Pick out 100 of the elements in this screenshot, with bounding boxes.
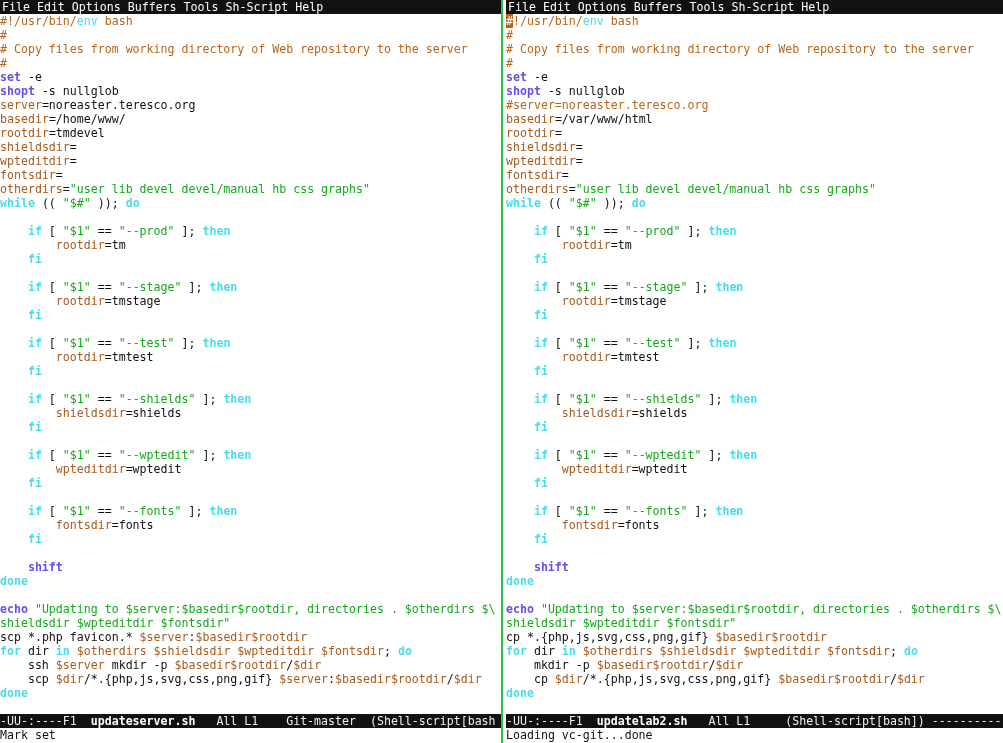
code-line: if [ "$1" == "--test" ]; then [532, 336, 738, 350]
code-line: if [ "$1" == "--test" ]; then [26, 336, 232, 350]
code-line: echo "Updating to $server:$basedir$rootdir, directories . $otherdirs $\ [0, 602, 497, 616]
code-line: fi [26, 252, 43, 266]
code-line: basedir=/var/www/html [506, 112, 654, 126]
code-line: # [506, 56, 514, 70]
code-line: set -e [0, 70, 43, 84]
code-line: server=noreaster.teresco.org [0, 98, 197, 112]
buffer-name: updateserver.sh [90, 714, 196, 728]
menu-item[interactable]: Buffers [633, 0, 683, 14]
code-line: wpteditdir=wptedit [560, 462, 689, 476]
buffer-status: -UU-:----F1 [0, 714, 77, 728]
code-line: cp $dir/*.{php,js,svg,css,png,gif} $basedir$rootdir/$dir [532, 672, 926, 686]
code-line: fi [532, 308, 549, 322]
code-line: cp *.{php,js,svg,css,png,gif} $basedir$rootdir [506, 630, 829, 644]
code-line: done [0, 574, 29, 588]
code-line: if [ "$1" == "--shields" ]; then [26, 392, 253, 406]
code-line: wpteditdir=wptedit [54, 462, 183, 476]
echo-area-message: Mark set [0, 728, 57, 743]
code-line: #server=noreaster.teresco.org [506, 98, 710, 112]
code-line: # [0, 56, 8, 70]
code-line: if [ "$1" == "--shields" ]; then [532, 392, 759, 406]
code-line: if [ "$1" == "--fonts" ]; then [532, 504, 745, 518]
code-line: if [ "$1" == "--stage" ]; then [26, 280, 239, 294]
code-line: fi [26, 476, 43, 490]
code-line: fi [26, 420, 43, 434]
code-line: fi [532, 364, 549, 378]
code-line: mkdir -p $basedir$rootdir/$dir [532, 658, 745, 672]
menu-item[interactable]: Help [295, 0, 324, 14]
code-line: while (( "$#" )); do [0, 196, 141, 210]
menu-item[interactable]: Tools [689, 0, 725, 14]
code-line: # [0, 28, 8, 42]
code-line: rootdir= [506, 126, 563, 140]
code-line: shieldsdir= [506, 140, 584, 154]
code-line: scp $dir/*.{php,js,svg,css,png,gif} $server:$basedir$rootdir/$dir [26, 672, 483, 686]
buffer-position: All L1 [216, 714, 259, 728]
menu-item[interactable]: Edit [542, 0, 571, 14]
code-line: rootdir=tmstage [560, 294, 668, 308]
code-line: rootdir=tmtest [560, 350, 661, 364]
code-line: # Copy files from working directory of Web repository to the server [506, 42, 975, 56]
code-line: done [506, 574, 535, 588]
menu-item[interactable]: Sh-Script [731, 0, 795, 14]
code-line: # Copy files from working directory of Web repository to the server [0, 42, 469, 56]
code-line: #!/usr/bin/env bash [0, 14, 134, 28]
menu-item[interactable]: Sh-Script [225, 0, 289, 14]
menu-item[interactable]: Tools [183, 0, 219, 14]
major-mode: (Shell-script[bash]) ---------- [785, 714, 1002, 728]
code-line: shieldsdir $wpteditdir $fontsdir" [0, 616, 232, 630]
vc-branch: Git-master [286, 714, 356, 728]
code-line: wpteditdir= [0, 154, 78, 168]
code-line: rootdir=tm [560, 238, 633, 252]
code-line: if [ "$1" == "--prod" ]; then [532, 224, 738, 238]
code-line: while (( "$#" )); do [506, 196, 647, 210]
code-line: set -e [506, 70, 549, 84]
code-line: done [0, 686, 29, 700]
code-line: fi [532, 532, 549, 546]
code-line: fontsdir=fonts [54, 518, 155, 532]
menu-item[interactable]: Edit [36, 0, 65, 14]
code-line: shopt -s nullglob [0, 84, 120, 98]
code-line: wpteditdir= [506, 154, 584, 168]
code-line: otherdirs="user lib devel devel/manual hb css graphs" [506, 182, 877, 196]
echo-area-message: Loading vc-git...done [506, 728, 654, 743]
code-line: fi [26, 308, 43, 322]
code-line: shift [532, 560, 570, 574]
code-line: fi [532, 476, 549, 490]
code-line: fi [26, 364, 43, 378]
code-line: if [ "$1" == "--wptedit" ]; then [26, 448, 253, 462]
buffer-position: All L1 [708, 714, 751, 728]
code-line: shopt -s nullglob [506, 84, 626, 98]
code-line: rootdir=tmdevel [0, 126, 106, 140]
code-line: fi [532, 420, 549, 434]
code-line: fi [26, 532, 43, 546]
code-line: scp *.php favicon.* $server:$basedir$rootdir [0, 630, 309, 644]
code-line: fontsdir= [0, 168, 64, 182]
code-line: otherdirs="user lib devel devel/manual hb css graphs" [0, 182, 371, 196]
code-line: fontsdir= [506, 168, 570, 182]
menu-item[interactable]: Buffers [127, 0, 177, 14]
code-line: rootdir=tm [54, 238, 127, 252]
code-line: if [ "$1" == "--wptedit" ]; then [532, 448, 759, 462]
code-line: done [506, 686, 535, 700]
buffer-status: -UU-:----F1 [506, 714, 583, 728]
code-line: ssh $server mkdir -p $basedir$rootdir/$dir [26, 658, 323, 672]
code-line: for dir in $otherdirs $shieldsdir $wpteditdir $fontsdir; do [506, 644, 919, 658]
code-line: shieldsdir=shields [560, 406, 689, 420]
code-line: rootdir=tmtest [54, 350, 155, 364]
code-line: # [506, 28, 514, 42]
menu-item[interactable]: Options [577, 0, 627, 14]
code-line: shieldsdir= [0, 140, 78, 154]
major-mode: (Shell-script[bash [369, 714, 496, 728]
menu-item[interactable]: Options [71, 0, 121, 14]
code-line: shieldsdir $wpteditdir $fontsdir" [506, 616, 738, 630]
code-line: shieldsdir=shields [54, 406, 183, 420]
code-line: fontsdir=fonts [560, 518, 661, 532]
menu-item[interactable]: File [2, 0, 30, 14]
menu-item[interactable]: Help [801, 0, 830, 14]
code-line: if [ "$1" == "--fonts" ]; then [26, 504, 239, 518]
code-line: basedir=/home/www/ [0, 112, 127, 126]
menu-item[interactable]: File [508, 0, 536, 14]
code-line: rootdir=tmstage [54, 294, 162, 308]
buffer-name: updatelab2.sh [596, 714, 688, 728]
